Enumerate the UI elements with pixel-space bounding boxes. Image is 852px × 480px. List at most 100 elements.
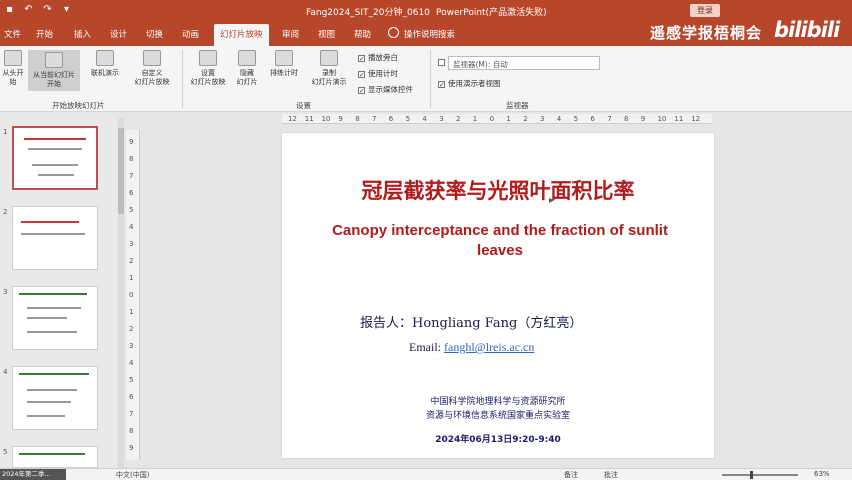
from-current-label: 从当前幻灯片开始 bbox=[33, 71, 75, 88]
tab-transitions[interactable]: 切换 bbox=[146, 28, 163, 40]
thumb-text-line bbox=[38, 174, 74, 176]
setup-show-icon bbox=[199, 50, 217, 66]
thumbnail-number: 5 bbox=[3, 448, 8, 456]
institution-line-1[interactable]: 中国科学院地理科学与资源研究所 bbox=[282, 394, 714, 407]
ruler-tick-label: 11 bbox=[304, 115, 314, 123]
ruler-tick-label: 10 bbox=[657, 115, 667, 123]
email-link[interactable]: fanghl@lreis.ac.cn bbox=[444, 340, 534, 354]
record-slideshow-button[interactable]: 录制 幻灯片演示 bbox=[306, 50, 352, 87]
scrollbar-handle[interactable] bbox=[118, 128, 124, 214]
slide-title[interactable]: 冠层截获率与光照叶面积比率 bbox=[282, 175, 714, 205]
thumb-text-line bbox=[28, 148, 82, 150]
checkbox-checked-icon bbox=[358, 87, 365, 94]
thumbnail-number: 4 bbox=[3, 368, 8, 376]
zoom-slider-handle[interactable] bbox=[750, 471, 753, 479]
ruler-tick-label: 8 bbox=[129, 155, 134, 163]
ruler-tick-label: 5 bbox=[129, 206, 134, 214]
tab-insert[interactable]: 插入 bbox=[74, 28, 91, 40]
thumb-text-line bbox=[27, 415, 65, 417]
tab-help[interactable]: 帮助 bbox=[354, 28, 371, 40]
ruler-tick-label: 3 bbox=[439, 115, 444, 123]
save-icon[interactable]: ▪ bbox=[4, 4, 15, 15]
institution-line-2[interactable]: 资源与环境信息系统国家重点实验室 bbox=[282, 408, 714, 421]
signin-button[interactable]: 登录 bbox=[690, 4, 720, 17]
taskbar-item[interactable]: 2024年第二季... bbox=[0, 469, 66, 480]
ruler-tick-label: 2 bbox=[129, 325, 134, 333]
watermark-text: 遥感学报梧桐会 bbox=[650, 24, 763, 42]
bilibili-logo: bilibili bbox=[774, 18, 840, 42]
tab-file[interactable]: 文件 bbox=[4, 28, 21, 40]
zoom-level[interactable]: 63% bbox=[814, 470, 830, 478]
hide-slide-button[interactable]: 隐藏 幻灯片 bbox=[232, 50, 262, 87]
quick-access-toolbar: ▪ ↶ ↷ ▾ bbox=[4, 4, 72, 15]
ruler-tick-label: 1 bbox=[472, 115, 478, 123]
slide-subtitle[interactable]: Canopy interceptance and the fraction of… bbox=[310, 221, 690, 261]
ruler-tick-label: 1 bbox=[506, 115, 511, 123]
undo-icon[interactable]: ↶ bbox=[23, 4, 34, 15]
lightbulb-search-icon[interactable] bbox=[388, 27, 399, 38]
ruler-tick-label: 6 bbox=[129, 393, 134, 401]
slide-thumbnail[interactable] bbox=[12, 286, 98, 350]
ruler-tick-label: 0 bbox=[129, 291, 134, 299]
thumb-title-line bbox=[21, 221, 79, 223]
notes-button[interactable]: 备注 bbox=[564, 470, 578, 480]
thumbnail-scrollbar[interactable] bbox=[118, 118, 124, 468]
tab-animations[interactable]: 动画 bbox=[182, 28, 199, 40]
ruler-tick-label: 10 bbox=[321, 115, 331, 123]
comments-button[interactable]: 批注 bbox=[604, 470, 618, 480]
slide-canvas[interactable]: 冠层截获率与光照叶面积比率 Canopy interceptance and t… bbox=[282, 133, 714, 458]
present-online-button[interactable]: 联机演示 bbox=[86, 50, 124, 78]
ribbon-separator bbox=[430, 50, 431, 108]
slide-thumbnail[interactable] bbox=[12, 206, 98, 270]
thumb-text-line bbox=[27, 307, 81, 309]
tab-slideshow[interactable]: 幻灯片放映 bbox=[214, 24, 269, 46]
email-line[interactable]: Email: fanghl@lreis.ac.cn bbox=[409, 340, 534, 355]
thumb-text-line bbox=[27, 401, 71, 403]
ruler-tick-label: 3 bbox=[129, 342, 134, 350]
thumb-text-line bbox=[32, 164, 78, 166]
ruler-tick-label: 4 bbox=[129, 223, 134, 231]
setup-show-button[interactable]: 设置 幻灯片放映 bbox=[186, 50, 230, 87]
ruler-tick-label: 11 bbox=[674, 115, 684, 123]
slide-thumbnail[interactable] bbox=[12, 446, 98, 468]
ruler-tick-label: 12 bbox=[288, 115, 297, 123]
email-label: Email: bbox=[409, 340, 444, 354]
presenter-view-checkbox[interactable]: 使用演示者视图 bbox=[438, 78, 501, 89]
zoom-slider[interactable] bbox=[722, 474, 798, 476]
tab-review[interactable]: 审阅 bbox=[282, 28, 299, 40]
app-name: PowerPoint(产品激活失败) bbox=[436, 8, 547, 18]
show-media-controls-checkbox[interactable]: 显示媒体控件 bbox=[358, 84, 413, 95]
ruler-tick-label: 8 bbox=[624, 115, 629, 123]
presenter-line[interactable]: 报告人：Hongliang Fang（方红亮） bbox=[360, 312, 582, 331]
thumb-title-line bbox=[19, 373, 89, 375]
thumb-text-line bbox=[27, 389, 77, 391]
ruler-tick-label: 7 bbox=[372, 115, 377, 123]
ruler-tick-label: 9 bbox=[129, 444, 134, 452]
tell-me-search[interactable]: 操作说明搜索 bbox=[404, 28, 455, 40]
ruler-tick-label: 1 bbox=[129, 308, 134, 316]
tab-view[interactable]: 视图 bbox=[318, 28, 335, 40]
checkbox-checked-icon bbox=[438, 81, 445, 88]
from-current-slide-button[interactable]: 从当前幻灯片开始 bbox=[28, 50, 80, 91]
thumbnail-number: 1 bbox=[3, 128, 8, 136]
slide-thumbnail[interactable] bbox=[12, 366, 98, 430]
custom-show-button[interactable]: 自定义 幻灯片放映 bbox=[130, 50, 174, 87]
ruler-tick-label: 9 bbox=[338, 115, 343, 123]
rehearse-timings-button[interactable]: 排练计时 bbox=[266, 50, 302, 78]
ruler-tick-label: 7 bbox=[129, 410, 134, 418]
from-beginning-button[interactable]: 从头开始 bbox=[0, 50, 26, 87]
use-timings-checkbox[interactable]: 使用计时 bbox=[358, 68, 398, 79]
date-line[interactable]: 2024年06月13日9:20-9:40 bbox=[282, 432, 714, 445]
play-narrations-checkbox[interactable]: 播放旁白 bbox=[358, 52, 398, 63]
ruler-tick-label: 4 bbox=[422, 115, 427, 123]
customize-icon[interactable]: ▾ bbox=[61, 4, 72, 15]
rehearse-icon bbox=[275, 50, 293, 66]
from-beginning-label: 从头开始 bbox=[2, 69, 24, 86]
tab-home[interactable]: 开始 bbox=[36, 28, 53, 40]
monitor-select[interactable]: 监视器(M): 自动 bbox=[448, 56, 600, 70]
presenter-view-label: 使用演示者视图 bbox=[448, 79, 501, 88]
slide-thumbnail[interactable] bbox=[12, 126, 98, 190]
redo-icon[interactable]: ↷ bbox=[42, 4, 53, 15]
language-indicator[interactable]: 中文(中国) bbox=[116, 470, 149, 480]
tab-design[interactable]: 设计 bbox=[110, 28, 127, 40]
